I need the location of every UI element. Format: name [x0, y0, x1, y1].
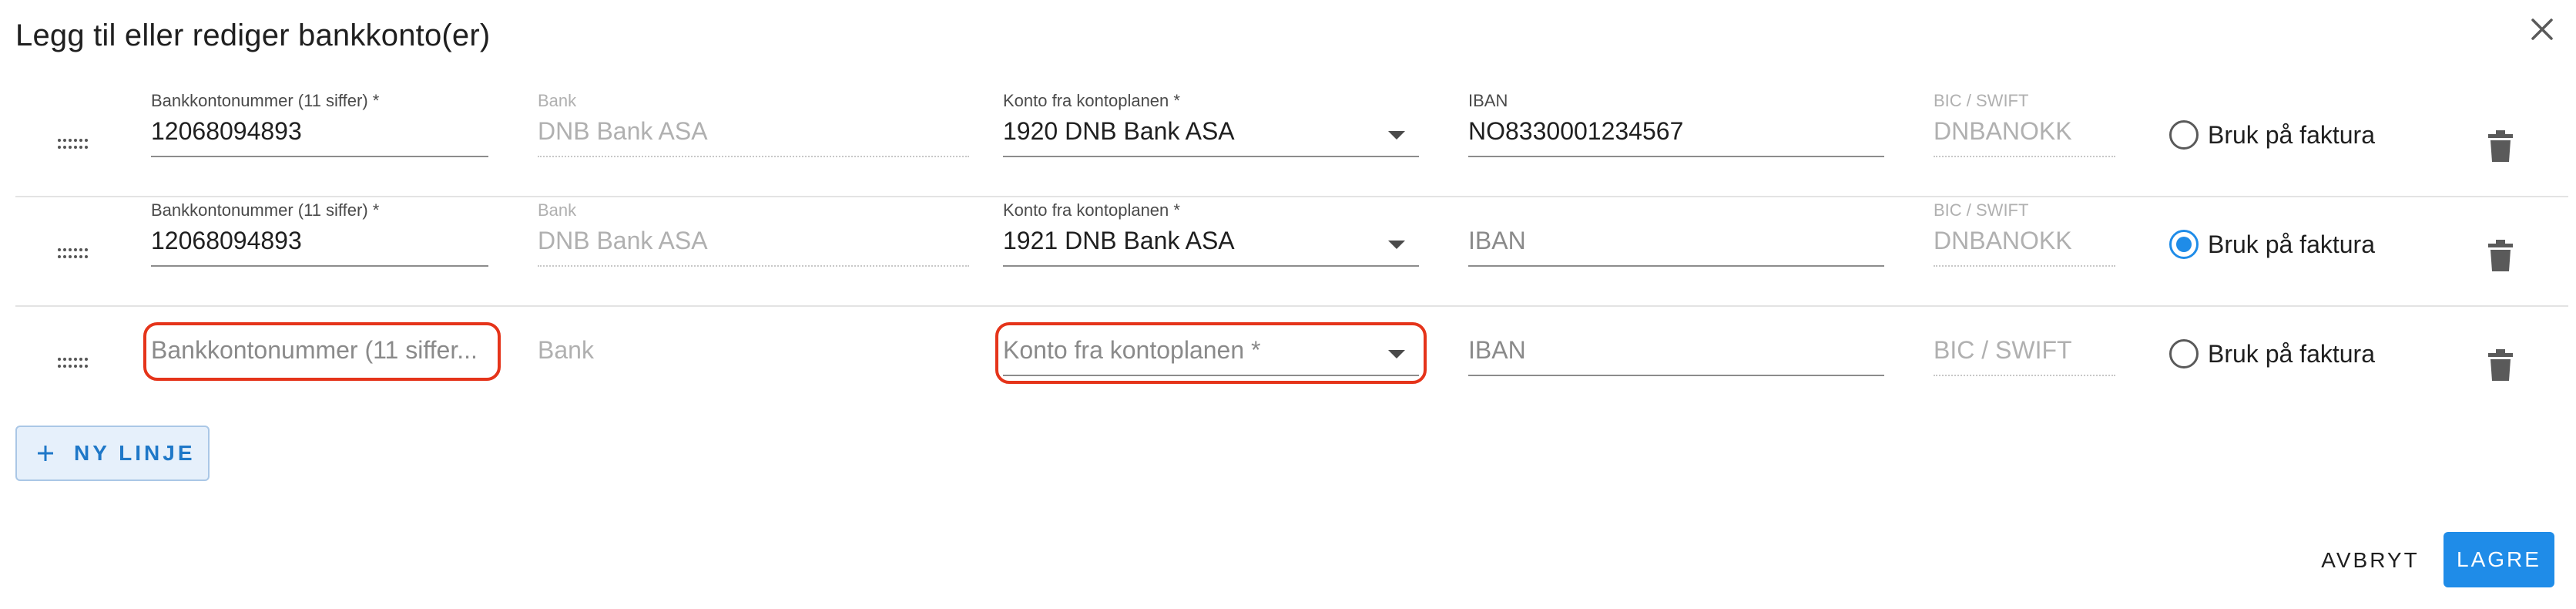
bic-value: DNBANOKK [1934, 117, 2072, 145]
bank-account-row: Bankkontonummer (11 siffer) * 1206809489… [15, 197, 2568, 307]
bic-label: BIC / SWIFT [1934, 91, 2029, 110]
bank-account-row: Bankkontonummer (11 siffer) * 1206809489… [15, 88, 2568, 197]
iban-field[interactable]: IBAN [1468, 200, 1884, 270]
account-number-label: Bankkontonummer (11 siffer) * [151, 200, 380, 220]
bic-field: BIC / SWIFT DNBANOKK [1934, 91, 2115, 160]
iban-placeholder[interactable]: IBAN [1468, 227, 1526, 255]
bank-field: Bank DNB Bank ASA [538, 200, 969, 270]
bank-field: Bank DNB Bank ASA [538, 91, 969, 160]
iban-field[interactable]: IBAN NO8330001234567 [1468, 91, 1884, 160]
bank-label: Bank [538, 200, 577, 220]
account-number-placeholder[interactable]: Bankkontonummer (11 siffer... [151, 336, 478, 365]
save-button[interactable]: LAGRE [2444, 532, 2554, 587]
ledger-account-value[interactable]: 1920 DNB Bank ASA [1003, 117, 1235, 146]
use-on-invoice-label: Bruk på faktura [2208, 339, 2375, 368]
bic-value: DNBANOKK [1934, 227, 2072, 254]
ledger-account-label: Konto fra kontoplanen * [1003, 200, 1180, 220]
dialog-title: Legg til eller rediger bankkonto(er) [15, 19, 491, 52]
use-on-invoice-label: Bruk på faktura [2208, 120, 2375, 149]
bank-account-row: Bankkontonummer (11 siffer... Bank Konto… [15, 307, 2568, 416]
bic-field: BIC / SWIFT [1934, 310, 2115, 379]
ledger-account-select[interactable]: Konto fra kontoplanen * [1003, 310, 1419, 379]
radio-unchecked-icon[interactable] [2169, 339, 2199, 368]
close-icon[interactable] [2524, 11, 2561, 48]
use-on-invoice-radio[interactable]: Bruk på faktura [2169, 120, 2375, 150]
bank-placeholder: Bank [538, 336, 594, 364]
account-number-label: Bankkontonummer (11 siffer) * [151, 91, 380, 110]
ledger-account-placeholder[interactable]: Konto fra kontoplanen * [1003, 336, 1260, 365]
account-number-field[interactable]: Bankkontonummer (11 siffer) * 1206809489… [151, 91, 488, 160]
bank-field: Bank [538, 310, 969, 379]
ledger-account-label: Konto fra kontoplanen * [1003, 91, 1180, 110]
account-number-value[interactable]: 12068094893 [151, 227, 302, 255]
chevron-down-icon[interactable] [1388, 241, 1405, 249]
use-on-invoice-label: Bruk på faktura [2208, 230, 2375, 258]
bank-value: DNB Bank ASA [538, 227, 708, 254]
drag-handle-icon[interactable] [57, 247, 88, 261]
ledger-account-select[interactable]: Konto fra kontoplanen * 1920 DNB Bank AS… [1003, 91, 1419, 160]
iban-field[interactable]: IBAN [1468, 310, 1884, 379]
use-on-invoice-radio[interactable]: Bruk på faktura [2169, 230, 2375, 259]
drag-handle-icon[interactable] [57, 137, 88, 151]
iban-label: IBAN [1468, 91, 1508, 110]
bank-value: DNB Bank ASA [538, 117, 708, 145]
ledger-account-select[interactable]: Konto fra kontoplanen * 1921 DNB Bank AS… [1003, 200, 1419, 270]
drag-handle-icon[interactable] [57, 356, 88, 370]
trash-icon[interactable] [2485, 348, 2516, 382]
chevron-down-icon[interactable] [1388, 131, 1405, 140]
chevron-down-icon[interactable] [1388, 350, 1405, 358]
bic-field: BIC / SWIFT DNBANOKK [1934, 200, 2115, 270]
ledger-account-value[interactable]: 1921 DNB Bank ASA [1003, 227, 1235, 255]
new-line-button[interactable]: NY LINJE [15, 426, 210, 481]
use-on-invoice-radio[interactable]: Bruk på faktura [2169, 339, 2375, 368]
bank-label: Bank [538, 91, 577, 110]
radio-checked-icon[interactable] [2169, 230, 2199, 259]
bic-label: BIC / SWIFT [1934, 200, 2029, 220]
iban-placeholder[interactable]: IBAN [1468, 336, 1526, 365]
cancel-button[interactable]: AVBRYT [2313, 533, 2428, 587]
bic-placeholder: BIC / SWIFT [1934, 336, 2072, 364]
plus-icon [38, 446, 53, 461]
account-number-value[interactable]: 12068094893 [151, 117, 302, 146]
account-number-field[interactable]: Bankkontonummer (11 siffer) * 1206809489… [151, 200, 488, 270]
trash-icon[interactable] [2485, 130, 2516, 163]
radio-unchecked-icon[interactable] [2169, 120, 2199, 150]
account-number-field[interactable]: Bankkontonummer (11 siffer... [151, 310, 488, 379]
iban-value[interactable]: NO8330001234567 [1468, 117, 1683, 146]
new-line-label: NY LINJE [74, 441, 196, 465]
trash-icon[interactable] [2485, 239, 2516, 273]
